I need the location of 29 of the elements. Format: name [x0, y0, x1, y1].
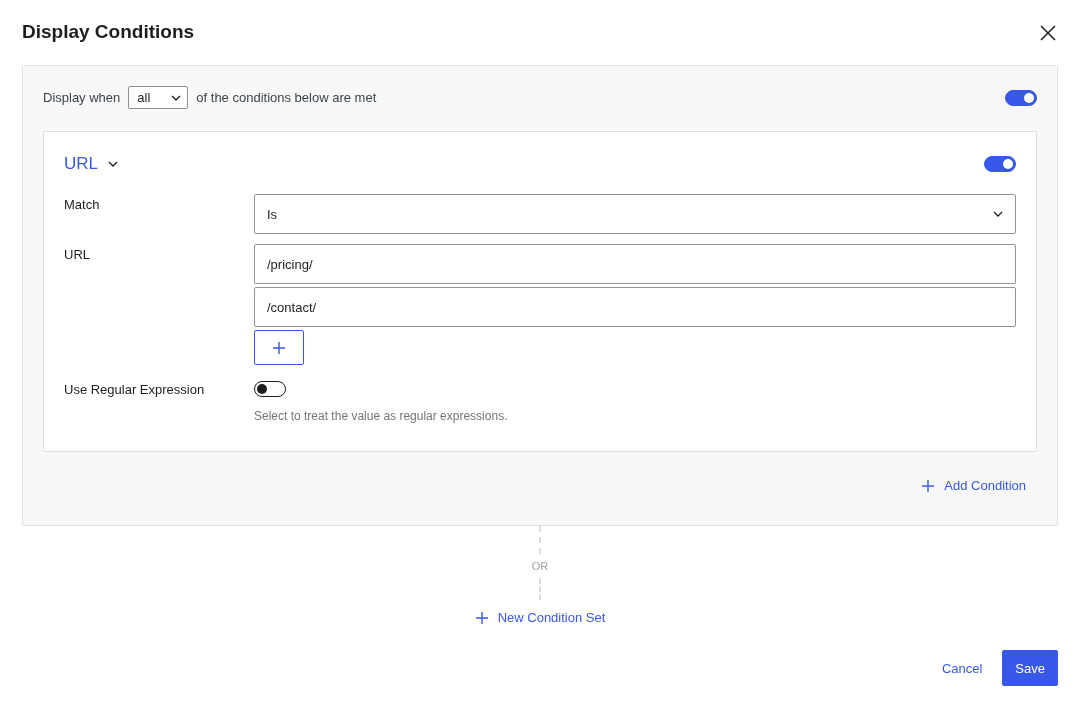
field-label: URL	[64, 246, 91, 264]
toggle-switch[interactable]	[254, 381, 286, 397]
url-input[interactable]: /contact/	[254, 287, 1016, 327]
field-label: Match	[64, 196, 101, 214]
chevron-down-icon	[108, 161, 118, 167]
chevron-down-icon	[171, 94, 182, 101]
new-condition-set-button[interactable]: New Condition Set	[474, 610, 606, 625]
plus-icon	[272, 340, 286, 355]
help-text: Select to treat the value as regular expressions.	[254, 409, 509, 423]
quantifier-select[interactable]: all	[128, 86, 189, 109]
close-icon	[1038, 22, 1058, 43]
toggle-switch[interactable]	[984, 156, 1016, 172]
or-separator: OR	[531, 560, 549, 572]
field-label: Use Regular Expression	[64, 381, 206, 399]
conditions-met-label: of the conditions below are met	[196, 90, 377, 105]
plus-icon	[921, 478, 936, 493]
cancel-button[interactable]: Cancel	[941, 660, 983, 676]
display-when-label: Display when	[43, 90, 121, 105]
dialog-title: Display Conditions	[22, 20, 195, 44]
chevron-down-icon	[993, 211, 1003, 217]
url-input[interactable]: /pricing/	[254, 244, 1016, 284]
add-condition-button[interactable]: Add Condition	[921, 478, 1026, 493]
condition-name-button[interactable]: URL	[64, 154, 118, 174]
add-url-button[interactable]	[254, 330, 304, 365]
plus-icon	[474, 610, 489, 625]
match-select[interactable]: Is	[254, 194, 1016, 234]
save-button[interactable]: Save	[1002, 650, 1058, 686]
close-button[interactable]	[1038, 22, 1058, 43]
toggle-switch[interactable]	[1005, 89, 1037, 106]
